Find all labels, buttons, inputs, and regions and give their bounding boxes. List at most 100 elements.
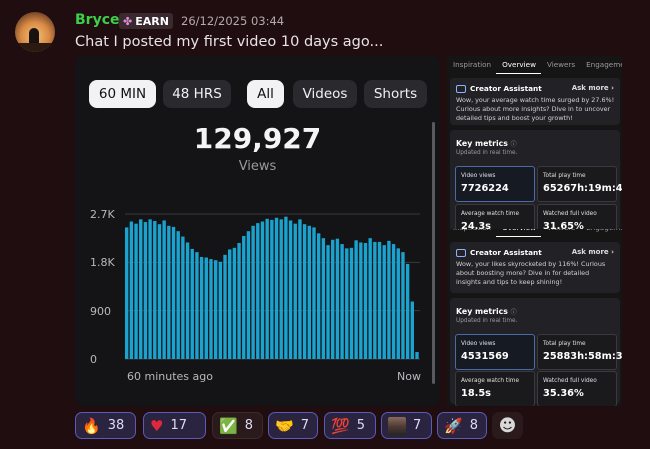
chart-bar[interactable]: [185, 242, 190, 359]
chart-bar[interactable]: [242, 236, 246, 359]
chevron-right-icon: ›: [611, 84, 614, 92]
chart-bar[interactable]: [157, 224, 162, 359]
chart-bar[interactable]: [134, 223, 138, 359]
chart-bar[interactable]: [274, 217, 279, 359]
chart-bar[interactable]: [167, 225, 171, 359]
metric-total-play-time[interactable]: Total play time65267h:19m:42s: [537, 166, 622, 202]
chart-bar[interactable]: [256, 223, 260, 359]
reaction-heart[interactable]: ♥ 17: [143, 412, 206, 439]
tab-engagement[interactable]: Engagement: [580, 229, 622, 237]
reaction-rocket[interactable]: 🚀 8: [437, 412, 487, 439]
ask-more-button[interactable]: Ask more ›: [572, 84, 614, 92]
metric-total-play-time[interactable]: Total play time25883h:58m:31s: [537, 334, 622, 370]
chart-bar[interactable]: [260, 221, 265, 359]
chart-bar[interactable]: [139, 219, 143, 359]
chart-bar[interactable]: [302, 224, 307, 359]
chart-bar[interactable]: [345, 248, 349, 359]
tab-inspiration[interactable]: Inspiration: [447, 229, 496, 237]
key-metrics-title: Key metrics ⓘ: [456, 307, 517, 316]
chart-bar[interactable]: [181, 236, 185, 359]
chart-bar[interactable]: [331, 239, 335, 359]
chart-bar[interactable]: [382, 245, 386, 359]
chart-bar[interactable]: [405, 263, 410, 359]
tab-viewers[interactable]: Viewers: [541, 56, 580, 74]
reaction-portrait[interactable]: 7: [381, 412, 432, 439]
chart-bar[interactable]: [312, 227, 316, 359]
chart-bar[interactable]: [209, 259, 213, 359]
chart-bar[interactable]: [213, 260, 218, 359]
chart-bar[interactable]: [387, 240, 391, 359]
chart-bar[interactable]: [204, 257, 208, 360]
chart-bar[interactable]: [129, 221, 134, 359]
metric-watched-full-video[interactable]: Watched full video 35.36%: [537, 371, 617, 406]
chart-bar[interactable]: [270, 219, 274, 359]
chart-bar[interactable]: [237, 243, 241, 359]
chart-bar[interactable]: [316, 233, 321, 359]
tab-overview[interactable]: Overview: [496, 56, 541, 74]
chart-bar[interactable]: [359, 242, 363, 359]
chart-bar[interactable]: [223, 254, 227, 359]
username[interactable]: Bryce: [75, 12, 120, 28]
chart-bar[interactable]: [321, 238, 326, 359]
chart-bar[interactable]: [349, 247, 354, 359]
key-metrics-subtitle: Updated in real time.: [456, 318, 518, 324]
chart-bar[interactable]: [162, 220, 166, 359]
tab-inspiration[interactable]: Inspiration: [447, 56, 496, 74]
metric-watched-full-video[interactable]: Watched full video 31.65%: [537, 204, 617, 229]
chart-bar[interactable]: [377, 241, 382, 359]
reaction-handshake[interactable]: 🤝 7: [268, 412, 318, 439]
chart-bar[interactable]: [363, 243, 368, 359]
chart-bar[interactable]: [190, 248, 194, 359]
metric-average-watch-time[interactable]: Average watch time 18.5s: [455, 371, 535, 406]
chart-bar[interactable]: [415, 352, 419, 359]
metric-video-views[interactable]: Video views 4531569: [455, 334, 535, 370]
tab-engagement[interactable]: Engagement: [580, 56, 622, 74]
chart-bar[interactable]: [284, 216, 288, 359]
chart-bar[interactable]: [288, 220, 293, 359]
check-mark-icon: ✅: [219, 416, 238, 435]
chart-bar[interactable]: [354, 240, 358, 359]
chart-bar[interactable]: [218, 261, 223, 359]
chart-bar[interactable]: [153, 220, 157, 359]
reaction-check-mark[interactable]: ✅ 8: [212, 412, 263, 439]
chart-bar[interactable]: [326, 245, 330, 359]
chart-bar[interactable]: [199, 256, 204, 359]
chart-bar[interactable]: [176, 231, 180, 359]
reaction-fire[interactable]: 🔥 38: [75, 412, 136, 439]
chart-bar[interactable]: [340, 244, 344, 359]
chart-bar[interactable]: [298, 219, 302, 359]
metric-video-views[interactable]: Video views 7726224: [455, 166, 535, 202]
metric-average-watch-time[interactable]: Average watch time 24.3s: [455, 204, 535, 229]
chart-bar[interactable]: [293, 223, 297, 359]
chart-bar[interactable]: [246, 231, 251, 359]
chart-bar[interactable]: [279, 219, 283, 359]
tab-overview[interactable]: Overview: [496, 229, 541, 237]
chart-bar[interactable]: [373, 241, 377, 359]
reaction-hundred-points[interactable]: 💯 5: [324, 412, 376, 439]
chart-bar[interactable]: [401, 252, 405, 359]
user-avatar[interactable]: [15, 12, 55, 52]
tab-viewers[interactable]: Viewers: [541, 229, 580, 237]
chart-bar[interactable]: [265, 218, 269, 359]
chart-bar[interactable]: [251, 225, 255, 359]
chart-bar[interactable]: [171, 226, 176, 359]
assistant-text: Wow, your likes skyrocketed by 116%! Cur…: [456, 260, 606, 286]
chart-bar[interactable]: [396, 248, 400, 359]
chart-bar[interactable]: [232, 247, 237, 359]
analytics-card[interactable]: 60 MIN 48 HRS All Videos Shorts 129,927 …: [75, 56, 440, 406]
chart-bar[interactable]: [410, 301, 414, 359]
chart-bar[interactable]: [368, 238, 372, 359]
heart-icon: ♥: [150, 416, 164, 435]
chart-bar[interactable]: [307, 225, 311, 359]
chart-bar[interactable]: [143, 222, 148, 359]
chart-bar[interactable]: [148, 219, 152, 359]
chart-bar[interactable]: [228, 249, 232, 359]
chart-bar[interactable]: [125, 227, 129, 359]
chart-bar[interactable]: [391, 244, 396, 359]
card-scrollbar[interactable]: [432, 122, 435, 384]
chart-bar[interactable]: [195, 252, 199, 359]
chart-bar[interactable]: [335, 238, 340, 359]
add-reaction-button[interactable]: ☻: [492, 412, 523, 439]
ask-more-button[interactable]: Ask more ›: [572, 248, 614, 256]
earn-tag[interactable]: ✤ EARN: [119, 13, 173, 29]
